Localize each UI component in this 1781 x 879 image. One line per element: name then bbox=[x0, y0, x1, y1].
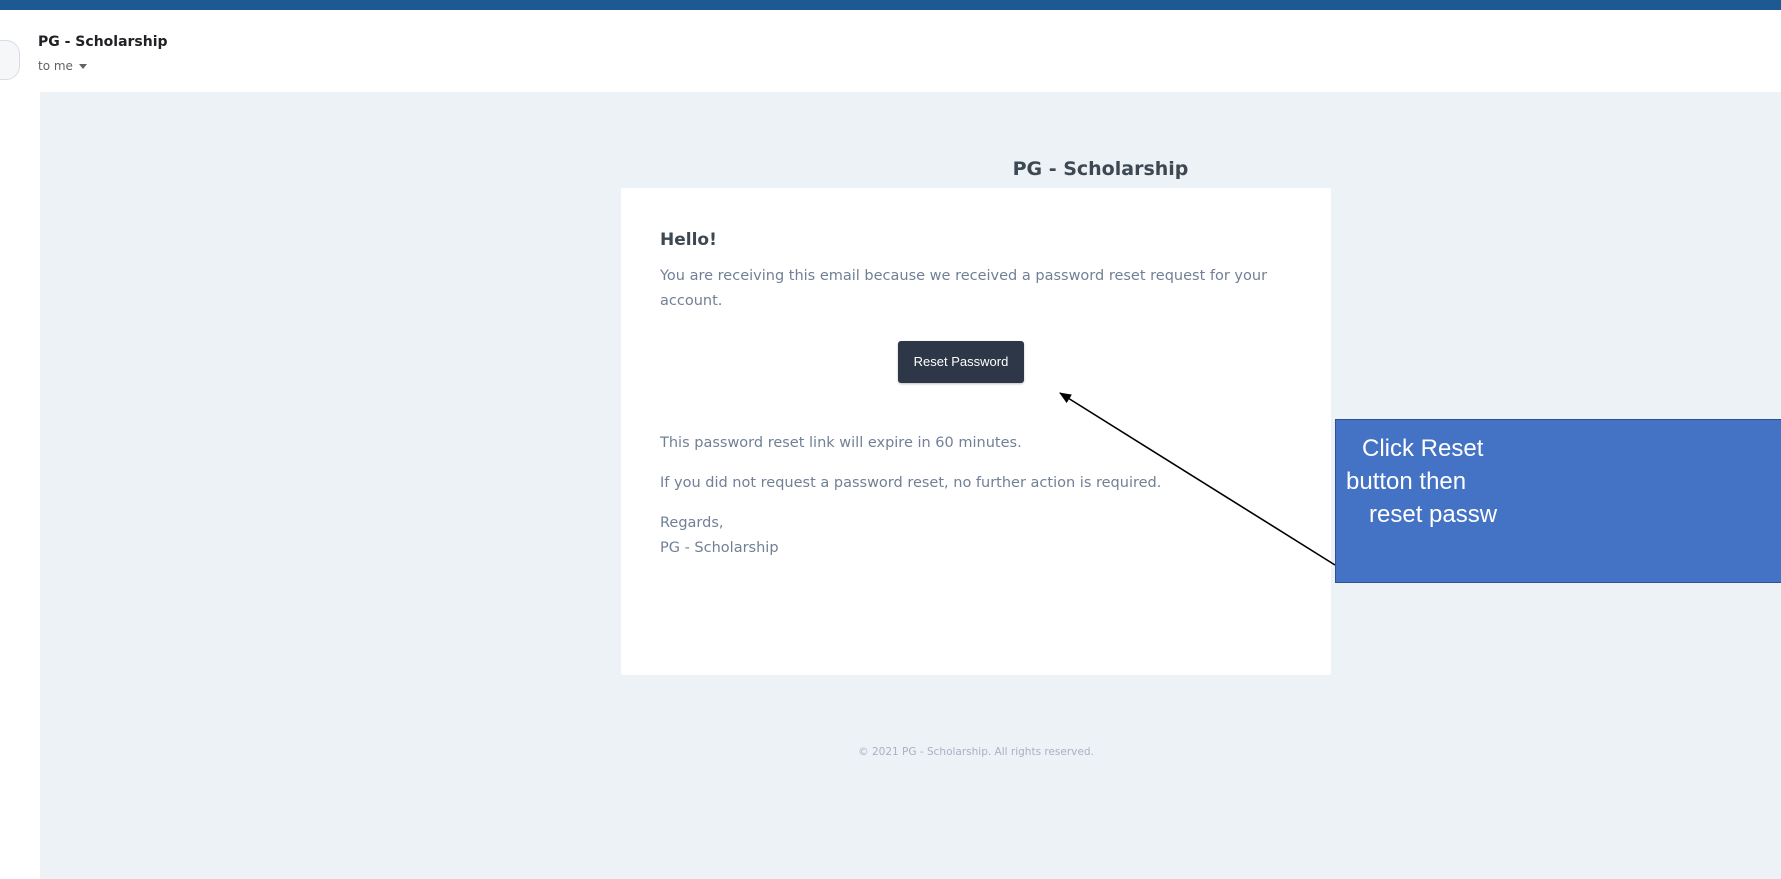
callout-line: Click Reset bbox=[1362, 435, 1484, 462]
reset-password-button[interactable]: Reset Password bbox=[898, 341, 1024, 383]
email-header-title: PG - Scholarship bbox=[1012, 158, 1189, 180]
email-content-card: Hello! You are receiving this email beca… bbox=[621, 188, 1331, 675]
button-container: Reset Password bbox=[660, 341, 1292, 383]
recipient-line[interactable]: to me bbox=[38, 59, 87, 73]
regards-text: Regards, bbox=[660, 515, 724, 531]
signature-text: PG - Scholarship bbox=[660, 540, 779, 556]
callout-line: reset passw bbox=[1369, 501, 1498, 528]
callout-line: button then bbox=[1346, 468, 1467, 495]
chevron-down-icon[interactable] bbox=[78, 63, 87, 69]
expiry-note: This password reset link will expire in … bbox=[660, 435, 1022, 451]
annotation-callout: Click Reset button then reset passw bbox=[1335, 419, 1781, 583]
recipient-label: to me bbox=[38, 59, 73, 73]
greeting-heading: Hello! bbox=[660, 230, 717, 250]
intro-paragraph: You are receiving this email because we … bbox=[660, 268, 1268, 309]
email-footer: © 2021 PG - Scholarship. All rights rese… bbox=[858, 746, 1094, 758]
email-header: PG - Scholarship bbox=[40, 158, 1781, 180]
sender-name[interactable]: PG - Scholarship bbox=[38, 34, 168, 50]
no-action-note: If you did not request a password reset,… bbox=[660, 475, 1162, 491]
sender-avatar[interactable] bbox=[0, 40, 20, 80]
